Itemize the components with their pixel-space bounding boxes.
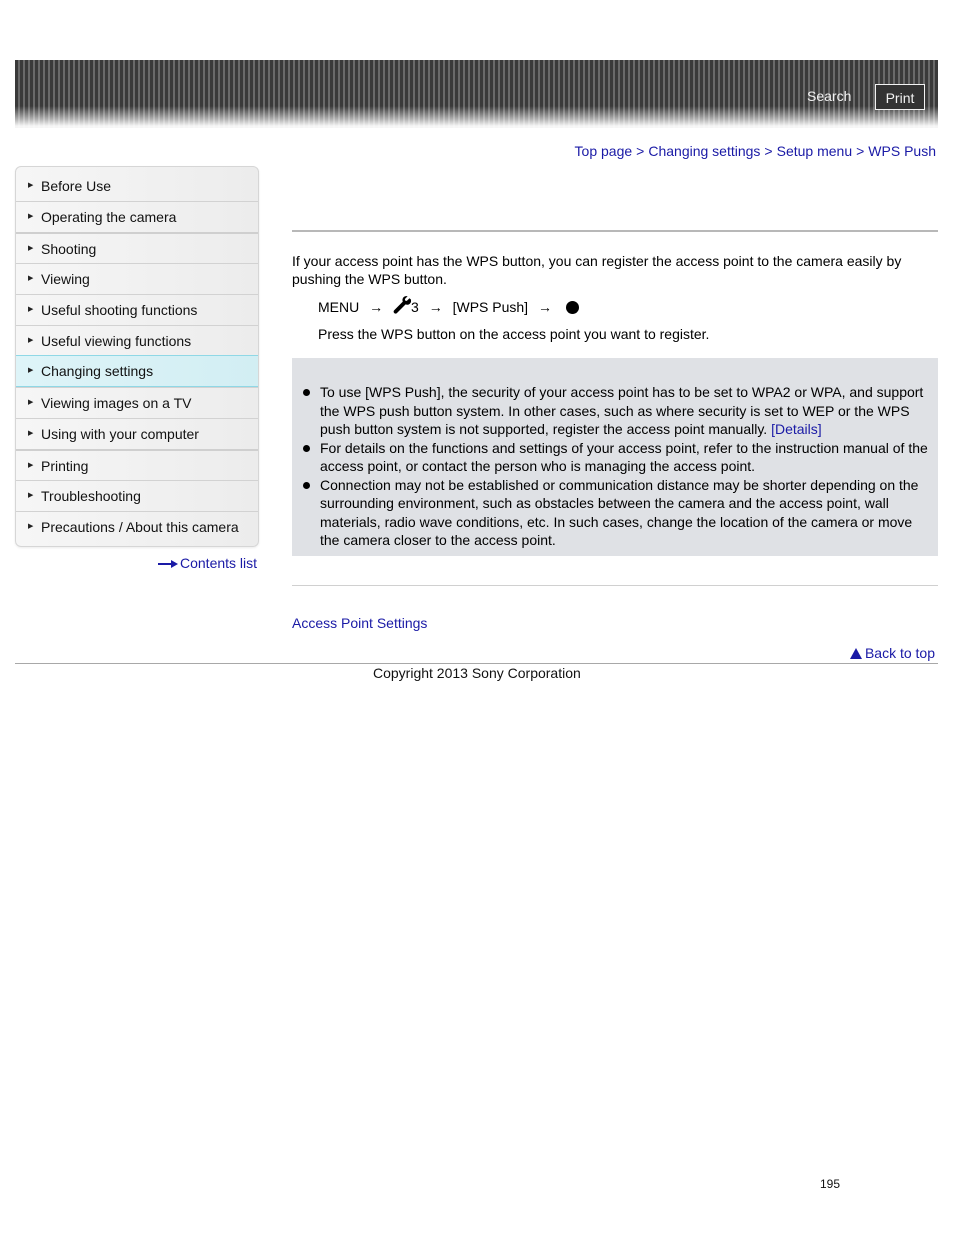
wrench-icon bbox=[393, 296, 412, 314]
notes-list: To use [WPS Push], the security of your … bbox=[292, 383, 938, 550]
menu-label: MENU bbox=[318, 299, 360, 315]
sidebar-item-label: Shooting bbox=[41, 241, 97, 257]
back-to-top-link[interactable]: Back to top bbox=[849, 645, 935, 661]
arrow-icon: → bbox=[369, 299, 384, 315]
back-to-top-label: Back to top bbox=[864, 645, 935, 661]
triangle-right-icon: ▶ bbox=[28, 275, 34, 282]
filled-circle-icon bbox=[565, 301, 579, 314]
contents-list-link[interactable]: Contents list bbox=[158, 555, 257, 571]
sidebar-item-useful-viewing-functions[interactable]: ▶ Useful viewing functions bbox=[16, 325, 258, 356]
sidebar-item-changing-settings[interactable]: ▶ Changing settings bbox=[16, 355, 258, 387]
triangle-right-icon: ▶ bbox=[28, 367, 34, 374]
sidebar-item-label: Using with your computer bbox=[41, 426, 199, 442]
breadcrumb-top-page[interactable]: Top page bbox=[575, 143, 633, 159]
copyright-text: Copyright 2013 Sony Corporation bbox=[373, 665, 581, 681]
breadcrumb-setup-menu[interactable]: Setup menu bbox=[777, 143, 853, 159]
sidebar-item-label: Precautions / About this camera bbox=[41, 519, 239, 535]
triangle-right-icon: ▶ bbox=[28, 306, 34, 313]
menu-path: MENU → 3 → [WPS Push] → bbox=[318, 296, 579, 317]
intro-text: If your access point has the WPS button,… bbox=[292, 253, 902, 287]
triangle-right-icon: ▶ bbox=[28, 430, 34, 437]
wps-push-item: [WPS Push] bbox=[452, 299, 529, 315]
bullet-icon bbox=[303, 481, 310, 489]
triangle-right-icon: ▶ bbox=[28, 182, 34, 189]
sidebar-item-label: Changing settings bbox=[41, 363, 154, 379]
triangle-up-icon bbox=[849, 648, 862, 659]
sidebar-item-viewing[interactable]: ▶ Viewing bbox=[16, 263, 258, 294]
breadcrumb-wps-push[interactable]: WPS Push bbox=[868, 143, 936, 159]
arrow-icon: → bbox=[537, 299, 552, 315]
sidebar-item-label: Useful viewing functions bbox=[41, 333, 192, 349]
title-divider bbox=[292, 230, 938, 232]
related-divider bbox=[292, 585, 938, 586]
breadcrumb: Top page > Changing settings > Setup menu > WP… bbox=[575, 143, 936, 159]
bullet-icon bbox=[303, 444, 310, 452]
footer-divider bbox=[15, 663, 938, 664]
note-item: Connection may not be established or com… bbox=[292, 476, 938, 550]
sidebar-item-label: Operating the camera bbox=[41, 209, 177, 225]
step-instruction: Press the WPS button on the access point… bbox=[318, 326, 710, 342]
triangle-right-icon: ▶ bbox=[28, 245, 34, 252]
sidebar-item-troubleshooting[interactable]: ▶ Troubleshooting bbox=[16, 480, 258, 511]
sidebar-item-operating-the-camera[interactable]: ▶ Operating the camera bbox=[16, 201, 258, 232]
access-point-settings-link[interactable]: Access Point Settings bbox=[292, 615, 427, 631]
sidebar-item-label: Useful shooting functions bbox=[41, 302, 198, 318]
note-text: For details on the functions and setting… bbox=[320, 439, 928, 475]
sidebar-item-label: Viewing bbox=[41, 271, 90, 287]
details-link[interactable]: [Details] bbox=[771, 421, 822, 437]
breadcrumb-changing-settings[interactable]: Changing settings bbox=[648, 143, 760, 159]
triangle-right-icon: ▶ bbox=[28, 399, 34, 406]
arrow-icon: → bbox=[428, 299, 443, 315]
triangle-right-icon: ▶ bbox=[28, 462, 34, 469]
note-text: Connection may not be established or com… bbox=[320, 476, 919, 549]
note-text: To use [WPS Push], the security of your … bbox=[320, 384, 924, 437]
breadcrumb-separator: > bbox=[764, 143, 773, 159]
page-number: 195 bbox=[820, 1177, 841, 1191]
sidebar-item-before-use[interactable]: ▶ Before Use bbox=[16, 167, 258, 201]
note-item: To use [WPS Push], the security of your … bbox=[292, 383, 938, 439]
search-button[interactable]: Search bbox=[807, 88, 851, 104]
contents-list-label: Contents list bbox=[180, 555, 258, 571]
triangle-right-icon: ▶ bbox=[28, 213, 34, 220]
sidebar-item-label: Before Use bbox=[41, 178, 112, 194]
sidebar-item-useful-shooting-functions[interactable]: ▶ Useful shooting functions bbox=[16, 294, 258, 325]
setup-page-number: 3 bbox=[411, 299, 419, 315]
print-button[interactable]: Print bbox=[875, 84, 925, 110]
sidebar-item-precautions[interactable]: ▶ Precautions / About this camera bbox=[16, 511, 258, 546]
note-item: For details on the functions and setting… bbox=[292, 439, 938, 476]
sidebar-nav: ▶ Before Use ▶ Operating the camera ▶ Sh… bbox=[15, 166, 259, 547]
breadcrumb-separator: > bbox=[636, 143, 645, 159]
sidebar-item-using-with-your-computer[interactable]: ▶ Using with your computer bbox=[16, 418, 258, 449]
sidebar-item-printing[interactable]: ▶ Printing bbox=[16, 449, 258, 480]
sidebar-item-label: Viewing images on a TV bbox=[41, 395, 192, 411]
header-bar bbox=[15, 60, 938, 128]
breadcrumb-separator: > bbox=[856, 143, 865, 159]
triangle-right-icon: ▶ bbox=[28, 492, 34, 499]
sidebar-item-label: Printing bbox=[41, 458, 89, 474]
bullet-icon bbox=[303, 389, 310, 396]
sidebar-item-shooting[interactable]: ▶ Shooting bbox=[16, 232, 258, 263]
sidebar-item-viewing-images-on-a-tv[interactable]: ▶ Viewing images on a TV bbox=[16, 387, 258, 418]
sidebar-item-label: Troubleshooting bbox=[41, 488, 141, 504]
triangle-right-icon: ▶ bbox=[28, 523, 34, 530]
arrow-right-icon bbox=[158, 560, 178, 569]
triangle-right-icon: ▶ bbox=[28, 337, 34, 344]
